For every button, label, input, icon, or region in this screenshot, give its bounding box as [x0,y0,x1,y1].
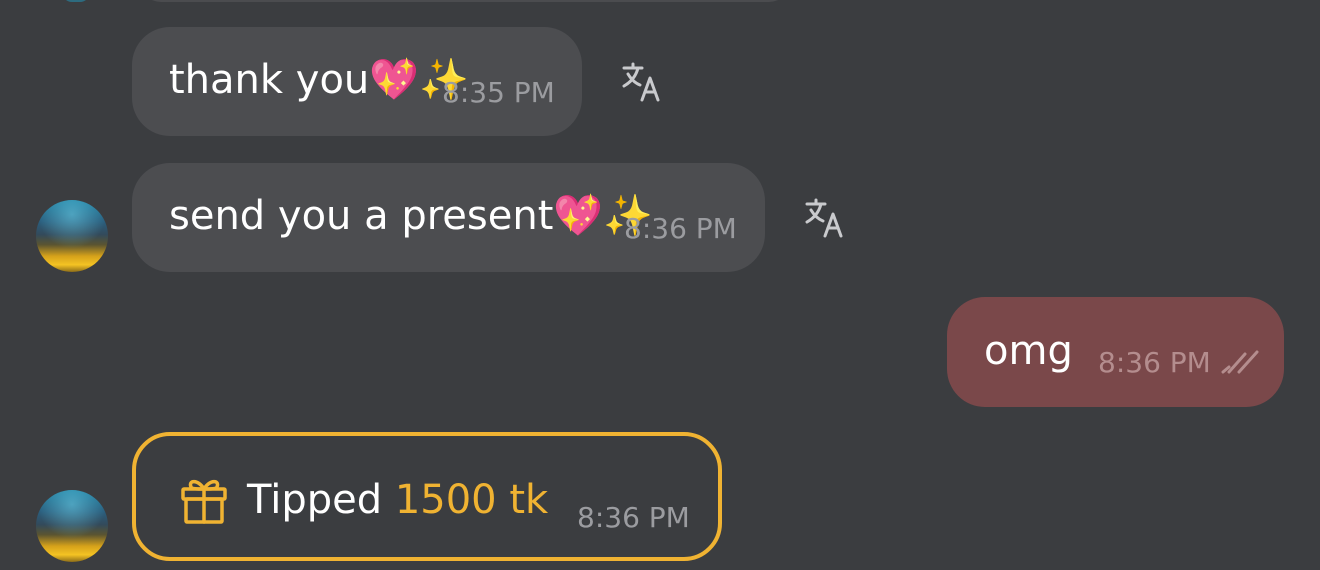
message-text-content: thank you [169,57,370,103]
tip-text: Tipped 1500 tk [247,476,548,524]
translate-icon[interactable] [620,60,664,104]
message-bubble-incoming[interactable]: send you a present💖✨ 8:36 PM [132,163,765,272]
tip-message-bubble[interactable]: Tipped 1500 tk 8:36 PM [132,432,722,561]
message-timestamp: 8:35 PM [442,76,555,109]
contact-avatar[interactable] [36,490,108,562]
message-timestamp: 8:36 PM [577,501,690,534]
message-text: thank you💖✨ [169,56,469,104]
message-text-content: send you a present [169,193,554,239]
message-bubble-outgoing[interactable]: omg 8:36 PM [947,297,1284,407]
message-text: send you a present💖✨ [169,192,653,240]
double-check-icon [1221,350,1259,374]
chat-thread: thank you💖✨ 8:35 PM send you a present💖✨… [0,0,1320,570]
previous-message-bubble[interactable] [140,0,790,2]
contact-avatar[interactable] [36,200,108,272]
tip-amount: 1500 tk [394,477,549,523]
message-timestamp: 8:36 PM [1098,346,1211,379]
gift-icon [181,479,227,524]
message-text: omg [984,328,1073,374]
translate-icon[interactable] [803,196,847,240]
message-timestamp: 8:36 PM [624,212,737,245]
message-bubble-incoming[interactable]: thank you💖✨ 8:35 PM [132,27,582,136]
previous-avatar[interactable] [62,0,90,2]
tip-label: Tipped [247,477,383,523]
